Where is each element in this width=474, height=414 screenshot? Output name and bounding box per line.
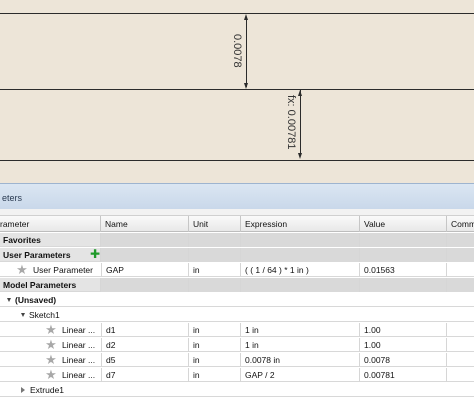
parameter-expression[interactable]: 1 in	[241, 323, 360, 337]
group-row-user-parameters[interactable]: User Parameters ✚	[0, 248, 474, 262]
column-header-expression[interactable]: Expression	[241, 216, 360, 232]
star-icon[interactable]: ★	[44, 338, 58, 351]
column-header-name[interactable]: Name	[101, 216, 189, 232]
dialog-toolbar-strip	[0, 209, 474, 216]
table-row[interactable]: ★ User Parameter GAP in ( ( 1 / 64 ) * 1…	[0, 263, 474, 277]
parameters-dialog-title[interactable]: eters	[0, 183, 474, 209]
sketch-canvas[interactable]: 0.0078 fx: 0.00781	[0, 0, 474, 183]
parameter-expression[interactable]: 1 in	[241, 338, 360, 352]
column-header-parameter[interactable]: rameter	[0, 216, 101, 232]
parameter-name[interactable]: d2	[101, 338, 189, 352]
parameter-type: Linear ...	[62, 355, 96, 365]
tree-row-unsaved[interactable]: (Unsaved)	[0, 293, 474, 307]
dimension-lower-value[interactable]: fx: 0.00781	[285, 95, 297, 149]
group-row-favorites[interactable]: Favorites	[0, 233, 474, 247]
expand-icon[interactable]	[21, 313, 25, 317]
table-row[interactable]: ★ Linear ... d5 in 0.0078 in 0.0078	[0, 353, 474, 367]
parameter-unit[interactable]: in	[189, 323, 241, 337]
dimension-line-lower[interactable]	[300, 90, 301, 154]
parameter-value: 0.01563	[360, 263, 447, 277]
dimension-arrow-lower	[298, 90, 302, 96]
expand-icon[interactable]	[7, 298, 11, 302]
parameter-type: User Parameter	[33, 265, 93, 275]
parameter-name[interactable]: d5	[101, 353, 189, 367]
parameter-expression[interactable]: GAP / 2	[241, 368, 360, 382]
dimension-arrow-upper	[244, 14, 248, 20]
tree-label: (Unsaved)	[15, 295, 57, 305]
dimension-line-upper[interactable]	[246, 20, 247, 87]
star-icon[interactable]: ★	[15, 263, 29, 276]
star-icon[interactable]: ★	[44, 368, 58, 381]
tree-label: Sketch1	[29, 310, 60, 320]
group-label: User Parameters	[0, 248, 101, 262]
parameter-unit[interactable]: in	[189, 353, 241, 367]
tree-row-sketch1[interactable]: Sketch1	[0, 308, 474, 322]
grid-header: rameter Name Unit Expression Value Comm	[0, 216, 474, 232]
dimension-upper-value[interactable]: 0.0078	[231, 34, 243, 68]
parameter-unit[interactable]: in	[189, 263, 241, 277]
parameter-expression[interactable]: ( ( 1 / 64 ) * 1 in )	[241, 263, 360, 277]
parameter-value: 0.0078	[360, 353, 447, 367]
star-icon[interactable]: ★	[44, 353, 58, 366]
dimension-arrow-upper-end	[244, 83, 248, 89]
parameters-grid[interactable]: rameter Name Unit Expression Value Comm …	[0, 216, 474, 414]
parameter-type: Linear ...	[62, 340, 96, 350]
parameter-name[interactable]: d7	[101, 368, 189, 382]
parameter-expression[interactable]: 0.0078 in	[241, 353, 360, 367]
table-row[interactable]: ★ Linear ... d7 in GAP / 2 0.00781	[0, 368, 474, 382]
group-label: Model Parameters	[0, 278, 101, 292]
dialog-title-text: eters	[2, 193, 23, 203]
sketch-edge-middle[interactable]	[0, 89, 474, 90]
column-header-value[interactable]: Value	[360, 216, 447, 232]
table-row[interactable]: ★ Linear ... d1 in 1 in 1.00	[0, 323, 474, 337]
tree-label: Extrude1	[30, 385, 65, 395]
parameter-value: 1.00	[360, 338, 447, 352]
plus-icon[interactable]: ✚	[90, 248, 100, 260]
table-row[interactable]: ★ Linear ... d2 in 1 in 1.00	[0, 338, 474, 352]
group-row-model-parameters[interactable]: Model Parameters	[0, 278, 474, 292]
parameter-unit[interactable]: in	[189, 338, 241, 352]
column-header-comment[interactable]: Comm	[447, 216, 474, 232]
parameter-value: 0.00781	[360, 368, 447, 382]
group-label: Favorites	[0, 233, 101, 247]
tree-row-extrude1[interactable]: Extrude1	[0, 383, 474, 397]
parameter-type: Linear ...	[62, 370, 96, 380]
collapse-icon[interactable]	[21, 387, 25, 393]
sketch-edge-bottom[interactable]	[0, 160, 474, 161]
dimension-arrow-lower-end	[298, 153, 302, 159]
parameter-name[interactable]: GAP	[101, 263, 189, 277]
parameter-name[interactable]: d1	[101, 323, 189, 337]
column-header-unit[interactable]: Unit	[189, 216, 241, 232]
parameter-type: Linear ...	[62, 325, 96, 335]
parameter-unit[interactable]: in	[189, 368, 241, 382]
star-icon[interactable]: ★	[44, 323, 58, 336]
parameter-value: 1.00	[360, 323, 447, 337]
sketch-edge-top[interactable]	[0, 13, 474, 14]
